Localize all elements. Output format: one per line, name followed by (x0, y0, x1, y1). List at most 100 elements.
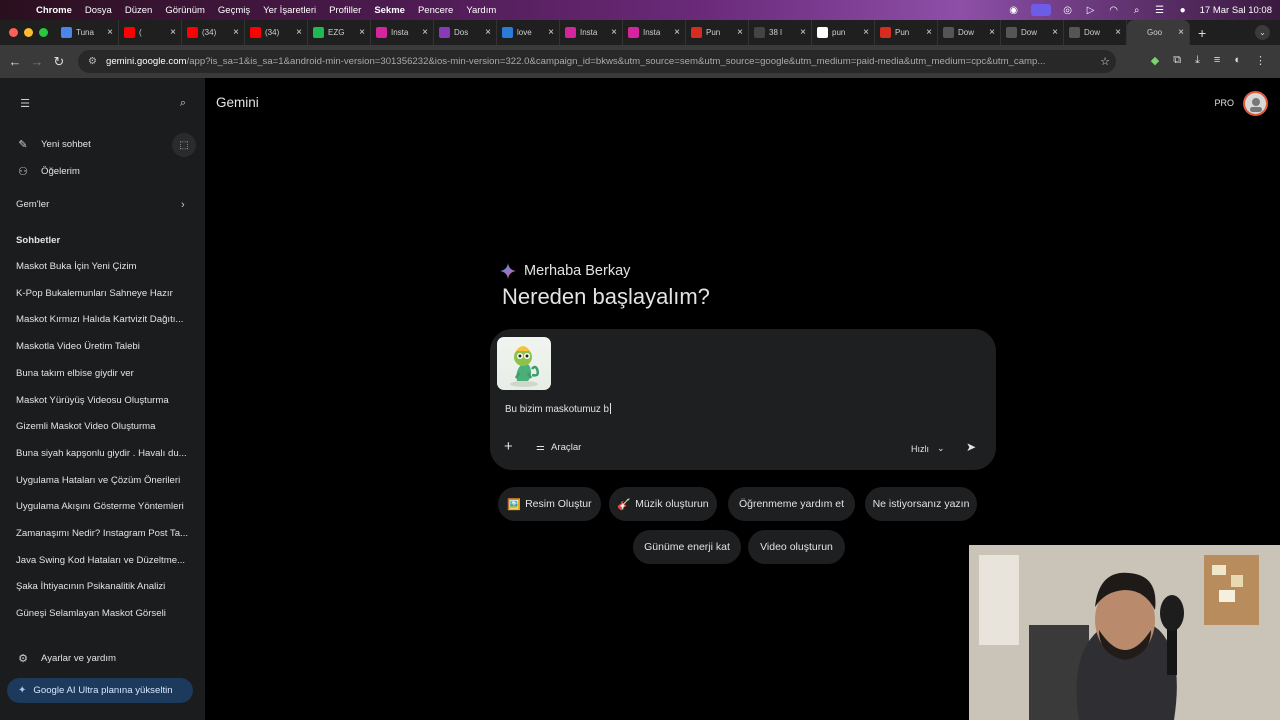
add-attachment-button[interactable]: + (504, 438, 513, 455)
address-bar[interactable]: ⚙ gemini.google.com/app?is_sa=1&is_sa=1&… (78, 50, 1116, 73)
suggestion-chip[interactable]: 🖼️ Resim Oluştur (498, 487, 601, 521)
upgrade-button[interactable]: ✦ Google AI Ultra planına yükseltin (7, 678, 193, 703)
browser-tab[interactable]: Dow × (1064, 20, 1127, 45)
close-tab-icon[interactable]: × (233, 27, 239, 38)
menu-view[interactable]: Görünüm (165, 5, 205, 16)
focus-icon[interactable]: ◎ (1062, 4, 1074, 16)
search-icon[interactable]: ⌕ (1131, 4, 1143, 16)
tab-search-icon[interactable]: ⌄ (1255, 25, 1270, 40)
avatar[interactable] (1243, 91, 1268, 116)
chat-history-item[interactable]: Maskotla Video Üretim Talebi (16, 341, 191, 352)
menu-bookmarks[interactable]: Yer İşaretleri (263, 5, 316, 16)
close-tab-icon[interactable]: × (422, 27, 428, 38)
chat-history-item[interactable]: Gizemli Maskot Video Oluşturma (16, 421, 191, 432)
new-chat-button[interactable]: ✎ Yeni sohbet (16, 137, 90, 151)
site-info-icon[interactable]: ⚙ (88, 56, 100, 67)
close-tab-icon[interactable]: × (107, 27, 113, 38)
close-tab-icon[interactable]: × (1178, 27, 1184, 38)
browser-tab[interactable]: (× (119, 20, 182, 45)
play-icon[interactable]: ▷ (1085, 4, 1097, 16)
send-button[interactable]: ➤ (966, 440, 976, 454)
chat-history-item[interactable]: Güneşi Selamlayan Maskot Görseli (16, 608, 191, 619)
url-text[interactable]: gemini.google.com/app?is_sa=1&is_sa=1&an… (106, 56, 1094, 67)
control-center-icon[interactable]: ☰ (1154, 4, 1166, 16)
gems-link[interactable]: Gem'ler › (16, 199, 191, 211)
chat-history-item[interactable]: Uygulama Hataları ve Çözüm Önerileri (16, 475, 191, 486)
clock[interactable]: 17 Mar Sal 10:08 (1200, 5, 1272, 16)
menu-tab[interactable]: Sekme (374, 5, 405, 16)
prompt-composer[interactable]: Bu bizim maskotumuz b + ⚌ Araçlar Hızlı … (490, 329, 996, 470)
browser-tab[interactable]: (34) × (182, 20, 245, 45)
back-icon[interactable]: ← (4, 54, 26, 69)
user-icon[interactable]: ● (1177, 4, 1189, 16)
browser-tab[interactable]: Goo × (1127, 20, 1190, 45)
menu-help[interactable]: Yardım (466, 5, 496, 16)
browser-tab[interactable]: EZG × (308, 20, 371, 45)
browser-tab[interactable]: 38 l × (749, 20, 812, 45)
suggestion-chip[interactable]: Günüme enerji kat (633, 530, 741, 564)
chat-history-item[interactable]: Zamanaşımı Nedir? Instagram Post Ta... (16, 528, 191, 539)
screen-share-icon[interactable] (1030, 4, 1051, 16)
forward-icon[interactable]: → (26, 54, 48, 69)
bookmark-star-icon[interactable]: ☆ (1094, 55, 1116, 68)
extensions-icon[interactable]: ⧉ (1173, 54, 1181, 67)
chat-history-item[interactable]: Maskot Buka İçin Yeni Çizim (16, 261, 191, 272)
chat-history-item[interactable]: Java Swing Kod Hataları ve Düzeltme... (16, 555, 191, 566)
search-icon[interactable]: ⌕ (176, 96, 190, 110)
close-tab-icon[interactable]: × (737, 27, 743, 38)
close-tab-icon[interactable]: × (170, 27, 176, 38)
new-tab-button[interactable]: + (1198, 25, 1206, 41)
minimize-window-button[interactable] (24, 28, 33, 37)
chat-history-item[interactable]: K-Pop Bukalemunları Sahneye Hazır (16, 288, 191, 299)
chat-history-item[interactable]: Maskot Kırmızı Halıda Kartvizit Dağıtı..… (16, 314, 191, 325)
app-title[interactable]: Gemini (216, 95, 259, 110)
zoom-window-button[interactable] (39, 28, 48, 37)
close-tab-icon[interactable]: × (485, 27, 491, 38)
browser-tab[interactable]: pun × (812, 20, 875, 45)
suggestion-chip[interactable]: Ne istiyorsanız yazın (865, 487, 977, 521)
browser-tab[interactable]: Pun × (875, 20, 938, 45)
extension-pin-icon[interactable]: ◆ (1151, 54, 1159, 67)
browser-tab[interactable]: Dos × (434, 20, 497, 45)
suggestion-chip[interactable]: Öğrenmeme yardım et (728, 487, 855, 521)
download-icon[interactable]: ⤓ (1195, 54, 1200, 67)
menu-file[interactable]: Dosya (85, 5, 112, 16)
browser-tab[interactable]: Insta × (371, 20, 434, 45)
browser-tab[interactable]: Tuna × (56, 20, 119, 45)
browser-tab[interactable]: Dow × (1001, 20, 1064, 45)
menu-profiles[interactable]: Profiller (329, 5, 361, 16)
browser-tab[interactable]: love × (497, 20, 560, 45)
close-tab-icon[interactable]: × (989, 27, 995, 38)
close-tab-icon[interactable]: × (1052, 27, 1058, 38)
browser-tab[interactable]: Insta × (560, 20, 623, 45)
wifi-icon[interactable]: ◠ (1108, 4, 1120, 16)
more-menu-icon[interactable]: ⋮ (1255, 54, 1266, 67)
my-items-button[interactable]: ⚇ Öğelerim (16, 164, 80, 178)
close-tab-icon[interactable]: × (548, 27, 554, 38)
close-tab-icon[interactable]: × (611, 27, 617, 38)
attached-image-thumbnail[interactable] (497, 337, 551, 390)
chat-history-item[interactable]: Şaka İhtiyacının Psikanalitik Analizi (16, 581, 191, 592)
suggestion-chip[interactable]: Video oluşturun (748, 530, 845, 564)
settings-help-button[interactable]: ⚙ Ayarlar ve yardım (16, 651, 116, 665)
menu-icon[interactable]: ☰ (18, 96, 32, 110)
tools-button[interactable]: ⚌ Araçlar (536, 442, 581, 453)
suggestion-chip[interactable]: 🎸 Müzik oluşturun (609, 487, 717, 521)
close-tab-icon[interactable]: × (800, 27, 806, 38)
profile-icon[interactable]: ◐ (1234, 54, 1241, 67)
browser-tab[interactable]: Insta × (623, 20, 686, 45)
chat-history-item[interactable]: Buna siyah kapşonlu giydir . Havalı du..… (16, 448, 191, 459)
close-tab-icon[interactable]: × (863, 27, 869, 38)
browser-tab[interactable]: (34) × (245, 20, 308, 45)
model-selector[interactable]: Hızlı ⌄ (911, 443, 945, 454)
browser-tab[interactable]: Pun × (686, 20, 749, 45)
close-tab-icon[interactable]: × (296, 27, 302, 38)
close-window-button[interactable] (9, 28, 18, 37)
chat-history-item[interactable]: Buna takım elbise giydir ver (16, 368, 191, 379)
menu-edit[interactable]: Düzen (125, 5, 152, 16)
close-tab-icon[interactable]: × (926, 27, 932, 38)
menu-chrome[interactable]: Chrome (36, 5, 72, 16)
menu-history[interactable]: Geçmiş (218, 5, 250, 16)
creative-cloud-icon[interactable]: ◉ (1008, 4, 1020, 16)
temporary-chat-icon[interactable]: ⬚ (172, 133, 196, 157)
